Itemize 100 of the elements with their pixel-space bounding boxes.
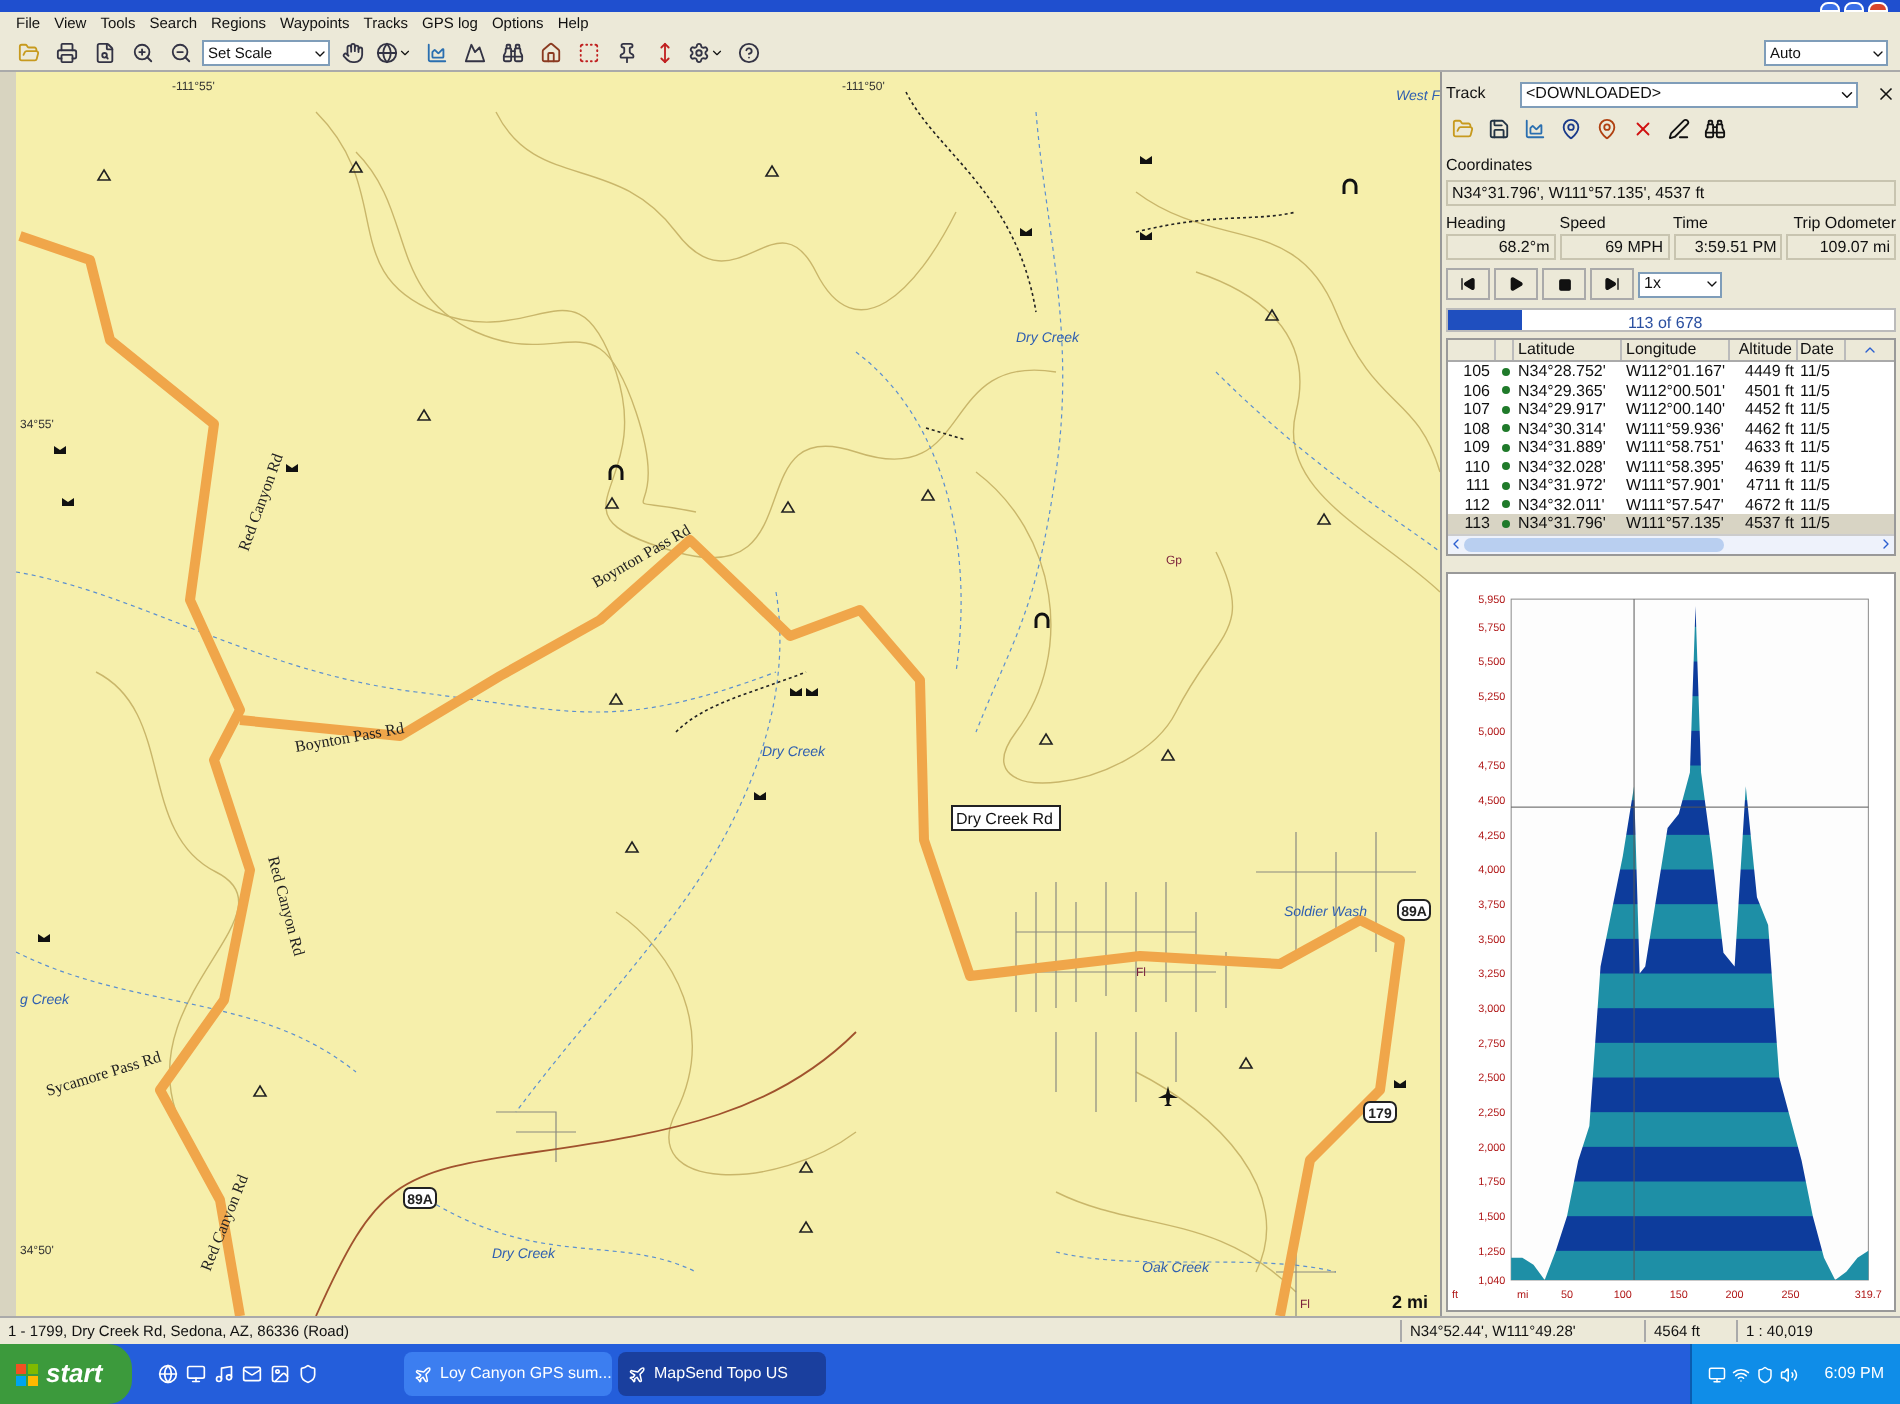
table-cell-text: 4452 ft [1743, 400, 1796, 419]
settings-button[interactable] [686, 37, 726, 69]
arch-icon [608, 464, 624, 480]
table-cell-text: W112°00.140' [1624, 400, 1727, 419]
table-row[interactable]: 107 N34°29.917' W112°00.140' 4452 ft 11/5 [1448, 400, 1894, 419]
caret-icon [398, 46, 412, 60]
pin-icon [1559, 117, 1581, 139]
track-label: Track [1446, 82, 1488, 106]
row-index: 112 [1462, 495, 1492, 514]
triangle-icon [764, 164, 780, 177]
window-icon [414, 1365, 432, 1383]
table-cell-text: W111°59.936' [1624, 419, 1726, 438]
track-select[interactable]: <DOWNLOADED> [1520, 81, 1858, 107]
clock: 6:09 PM [1824, 1362, 1884, 1386]
mine-icon [286, 464, 298, 472]
table-cell-text: N34°29.365' [1516, 381, 1608, 400]
close-button[interactable] [1868, 2, 1888, 12]
mountain-icon [463, 42, 485, 64]
row-index: 113 [1462, 514, 1492, 533]
globe-icon [376, 42, 398, 64]
shield-icon[interactable] [298, 1364, 318, 1384]
mail-icon[interactable] [242, 1364, 262, 1384]
taskbar-button[interactable]: Loy Canyon GPS sum... [404, 1352, 612, 1396]
row-index: 105 [1461, 362, 1492, 381]
triangle-icon [608, 692, 624, 705]
table-cell-text: 4537 ft [1743, 514, 1796, 533]
row-index: 106 [1461, 381, 1492, 400]
road-label-box: Dry Creek Rd [951, 805, 1061, 831]
table-row[interactable]: 105 N34°28.752' W112°01.167' 4449 ft 11/5 [1448, 362, 1894, 381]
taskbar-button[interactable]: MapSend Topo US [618, 1352, 826, 1396]
column-header[interactable]: Date [1798, 340, 1846, 360]
column-header[interactable]: Longitude [1622, 340, 1730, 360]
start-button[interactable]: start [0, 1344, 132, 1404]
wifi-icon[interactable] [1732, 1365, 1751, 1383]
triangle-icon [624, 840, 640, 853]
scroll-up-icon[interactable] [1862, 342, 1878, 358]
table-cell-text: N34°30.314' [1516, 419, 1608, 438]
triangle-icon [920, 488, 936, 501]
windows-logo-icon [16, 1363, 38, 1385]
readout-label: Trip Odometer [1791, 214, 1896, 234]
maximize-button[interactable] [1844, 2, 1864, 12]
table-cell-text: 11/5 [1798, 438, 1832, 457]
horizontal-scrollbar[interactable] [1448, 533, 1894, 553]
table-row[interactable]: 109 N34°31.889' W111°58.751' 4633 ft 11/5 [1448, 438, 1894, 457]
folder-icon [17, 42, 39, 64]
play-button[interactable] [1494, 268, 1538, 300]
scale-label: 2 mi [1392, 1292, 1429, 1312]
scroll-thumb[interactable] [1464, 537, 1724, 551]
mine-icon [754, 792, 766, 800]
pin-icon [1595, 117, 1617, 139]
picture-icon[interactable] [270, 1364, 290, 1384]
browser-icon[interactable] [158, 1364, 178, 1384]
table-cell-text: N34°29.917' [1516, 400, 1608, 419]
rewind-button[interactable] [1446, 268, 1490, 300]
window-icon [628, 1365, 646, 1383]
triangle-icon [798, 1160, 814, 1173]
column-header[interactable]: Latitude [1514, 340, 1622, 360]
save-icon [1487, 117, 1509, 139]
row-index: 107 [1461, 400, 1492, 419]
close-icon[interactable] [1876, 84, 1896, 104]
table-row[interactable]: 111 N34°31.972' W111°57.901' 4711 ft 11/5 [1448, 476, 1894, 495]
table-cell-text: W111°58.751' [1624, 438, 1726, 457]
mine-icon [38, 934, 50, 942]
stop-button[interactable] [1542, 268, 1586, 300]
triangle-icon [1316, 512, 1332, 525]
readout-value: 109.07 mi [1786, 234, 1896, 260]
network-icon[interactable] [1708, 1365, 1727, 1383]
mine-icon [1020, 228, 1032, 236]
folder-icon [1451, 117, 1473, 139]
fast-forward-button[interactable] [1590, 268, 1634, 300]
table-row[interactable]: 113 N34°31.796' W111°57.135' 4537 ft 11/5 [1448, 514, 1894, 533]
progress-text: 113 of 678 [1628, 312, 1703, 336]
table-row[interactable]: 106 N34°29.365' W112°00.501' 4501 ft 11/5 [1448, 381, 1894, 400]
table-cell-text: 11/5 [1798, 381, 1832, 400]
shield-icon[interactable] [1756, 1365, 1775, 1383]
table-cell-text: 4449 ft [1743, 362, 1796, 381]
caret-icon [1704, 276, 1720, 292]
table-row[interactable]: 112 N34°32.011' W111°57.547' 4672 ft 11/5 [1448, 495, 1894, 514]
desktop-icon[interactable] [186, 1364, 206, 1384]
coordinates-field: N34°31.796', W111°57.135', 4537 ft [1446, 180, 1896, 206]
readout-value: 68.2°m [1446, 234, 1556, 260]
speed-select[interactable]: 1x [1638, 271, 1722, 297]
table-cell-text: 4711 ft [1744, 476, 1796, 495]
column-header[interactable]: Altitude [1730, 340, 1798, 360]
table-cell-text: N34°32.011' [1516, 495, 1607, 514]
chart-icon [425, 42, 447, 64]
volume-icon[interactable] [1780, 1365, 1799, 1383]
triangle-icon [1264, 308, 1280, 321]
fast-forward-icon [1604, 276, 1620, 292]
triangle-icon [416, 408, 432, 421]
table-row[interactable]: 110 N34°32.028' W111°58.395' 4639 ft 11/5 [1448, 457, 1894, 476]
stop-icon [1557, 277, 1571, 291]
road-label: Boynton Pass Rd [293, 719, 406, 756]
delete-icon [1631, 117, 1653, 139]
table-cell-text: 11/5 [1798, 400, 1832, 419]
table-row[interactable]: 108 N34°30.314' W111°59.936' 4462 ft 11/5 [1448, 419, 1894, 438]
minimize-button[interactable] [1820, 2, 1840, 12]
media-icon[interactable] [214, 1364, 234, 1384]
table-cell-text: N34°32.028' [1516, 457, 1608, 476]
globe-button[interactable] [374, 37, 414, 69]
